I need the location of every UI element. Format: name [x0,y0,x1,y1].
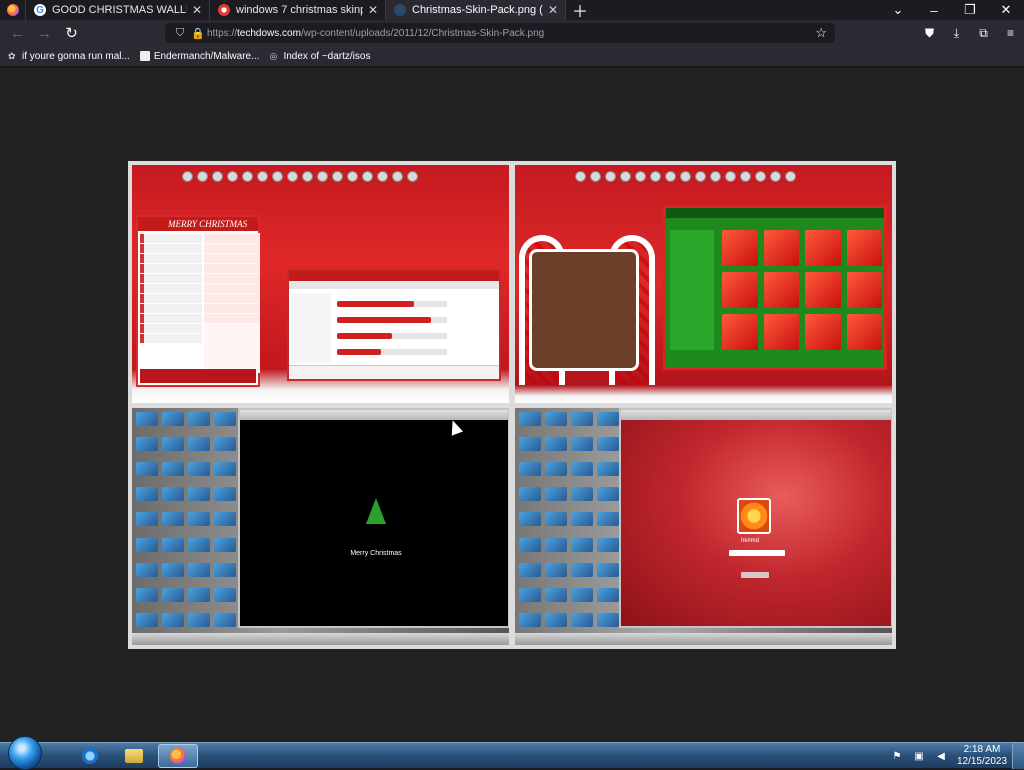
dock-icons [182,171,418,182]
minimize-icon[interactable]: – [916,0,952,20]
clock-time: 2:18 AM [963,744,1001,755]
mini-taskbar [515,633,892,645]
system-tray: ⚑ ▣ ◀ 2:18 AM 12/15/2023 [886,743,1024,769]
tab-label: windows 7 christmas skinpack at DuckDuck… [236,4,363,16]
google-icon: G [34,4,46,16]
shield-icon[interactable]: ⛉ [171,27,189,40]
tab-label: Christmas-Skin-Pack.png (PNG Image, 768 … [412,4,543,16]
url-host: techdows.com [237,27,301,39]
action-center-icon[interactable]: ⚑ [890,749,904,763]
explorer-window [287,269,501,381]
password-field [729,550,785,556]
start-menu: MERRY CHRISTMAS [136,215,260,387]
menu-icon[interactable]: ≡ [997,20,1024,46]
volume-icon[interactable]: ◀ [934,749,948,763]
windows-taskbar: ⚑ ▣ ◀ 2:18 AM 12/15/2023 [0,735,1024,770]
back-arrow-icon[interactable]: ← [4,20,31,46]
close-window-icon[interactable]: ✕ [988,0,1024,20]
start-button[interactable] [8,735,42,770]
user-avatar [737,498,771,534]
bookmark-label: if youre gonna run mal... [22,50,130,62]
screenshot-start-menu: MERRY CHRISTMAS [132,165,509,403]
toolbar-right: ⛊ ⤓ ⧉ ≡ [916,20,1024,46]
firefox-menu-tab[interactable] [0,0,26,20]
chevron-down-icon[interactable]: ⌄ [880,0,916,20]
explorer-window [663,205,887,370]
folder-icon [125,748,143,763]
firefox-icon [170,747,186,764]
globe-icon: ◎ [269,51,278,61]
network-icon[interactable]: ▣ [912,749,926,763]
mini-taskbar [132,633,509,645]
bookmark-item[interactable]: ◎ Index of ~dartz/isos [269,51,370,62]
bookmark-label: Index of ~dartz/isos [283,50,371,62]
reload-icon[interactable]: ↻ [58,20,85,46]
clock[interactable]: 2:18 AM 12/15/2023 [952,744,1012,768]
desktop-icons [519,412,619,632]
screenshot-boot-screen: Merry Christmas [132,408,509,645]
snow-decoration [515,385,892,403]
start-panel [529,249,639,371]
close-icon[interactable]: ✕ [367,3,379,17]
bookmark-item[interactable]: ✿ if youre gonna run mal... [8,51,130,62]
screenshot-candy-theme [515,165,892,403]
bookmarks-bar: ✿ if youre gonna run mal... Endermanch/M… [0,46,1024,67]
opera-icon [218,4,230,16]
github-icon [139,51,150,61]
virtual-machine-window: Merry Christmas [238,408,509,628]
lock-icon[interactable]: 🔒 [189,27,207,40]
internet-explorer-icon [82,747,98,764]
pocket-icon[interactable]: ⛊ [916,20,943,46]
address-bar[interactable]: ⛉ 🔒 https://techdows.com/wp-content/uplo… [165,23,835,43]
christmas-tree-icon [366,498,386,524]
new-tab-button[interactable]: ＋ [566,0,594,21]
clock-date: 12/15/2023 [956,756,1008,767]
image-icon [394,4,406,16]
christmas-skin-pack-image[interactable]: MERRY CHRISTMAS Merry Christmas hk#md [128,161,896,649]
download-icon[interactable]: ⤓ [943,20,970,46]
paw-icon: ✿ [8,51,16,61]
virtual-machine-window: hk#md [619,408,892,628]
tab-christmas-skin-pack[interactable]: Christmas-Skin-Pack.png (PNG Image, 768 … [386,0,566,20]
screenshot-logon-screen: hk#md [515,408,892,645]
start-menu-header: MERRY CHRISTMAS [138,217,258,231]
close-icon[interactable]: ✕ [191,3,203,17]
url-scheme: https:// [207,27,238,39]
taskbar-ie-button[interactable] [70,744,110,768]
page-viewport: MERRY CHRISTMAS Merry Christmas hk#md [0,68,1024,742]
bookmark-item[interactable]: Endermanch/Malware... [139,50,260,62]
show-desktop-button[interactable] [1012,743,1024,769]
taskbar-firefox-button[interactable] [158,743,198,768]
taskbar-explorer-button[interactable] [114,744,154,768]
extensions-icon[interactable]: ⧉ [970,20,997,46]
forward-arrow-icon[interactable]: → [31,20,58,46]
desktop-icons [136,412,236,632]
tab-duckduckgo[interactable]: windows 7 christmas skinpack at DuckDuck… [210,0,386,20]
tab-label: GOOD CHRISTMAS WALLPAPER - Google Search [52,4,187,16]
close-icon[interactable]: ✕ [547,3,559,17]
merry-christmas-label: Merry Christmas [350,550,402,557]
url-path: /wp-content/uploads/2011/12/Christmas-Sk… [300,27,545,39]
switch-user-button [741,572,769,578]
bookmark-star-icon[interactable]: ☆ [815,25,827,41]
tab-google-search[interactable]: G GOOD CHRISTMAS WALLPAPER - Google Sear… [26,0,210,20]
restore-icon[interactable]: ❐ [952,0,988,20]
logon-username: hk#md [741,538,760,544]
bookmark-label: Endermanch/Malware... [153,50,260,62]
dock-icons [575,171,796,182]
tab-bar: G GOOD CHRISTMAS WALLPAPER - Google Sear… [0,0,1024,21]
firefox-icon [7,4,19,16]
